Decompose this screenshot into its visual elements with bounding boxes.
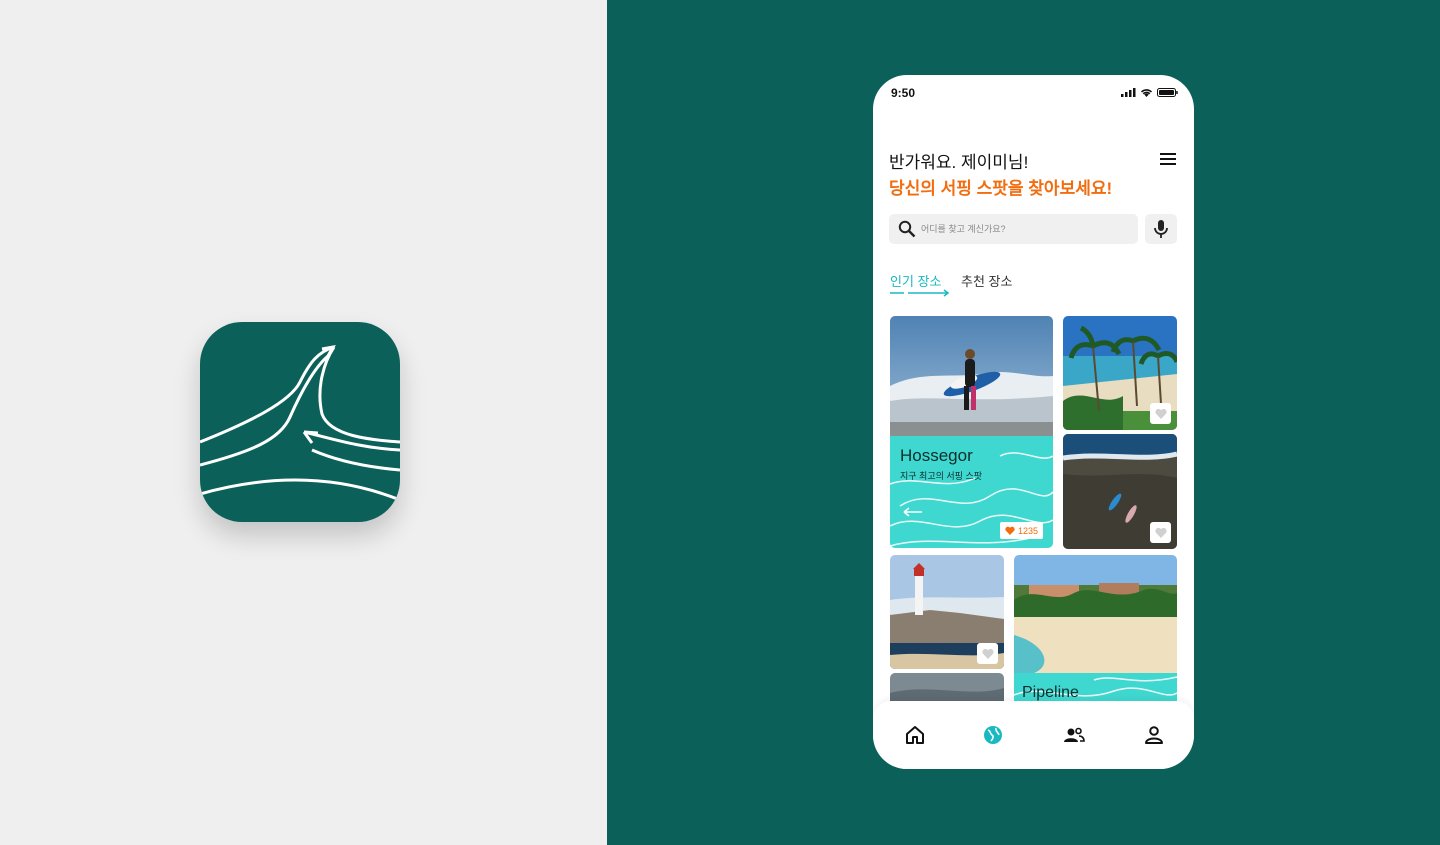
person-icon (1145, 726, 1163, 744)
search-bar[interactable] (889, 214, 1138, 244)
battery-icon (1157, 88, 1178, 97)
heart-icon (981, 648, 994, 659)
favorite-button[interactable] (1150, 403, 1171, 424)
phone-screen: 9:50 반가워요. 제이미님! 당신의 서핑 스팟을 찾아보세요! 인기 장소… (873, 75, 1194, 769)
people-icon (1064, 727, 1085, 742)
card-title: Pipeline (1022, 684, 1079, 701)
status-bar: 9:50 (873, 75, 1194, 111)
spot-card-palm-beach[interactable] (1063, 316, 1177, 430)
home-icon (906, 726, 924, 744)
status-icons (1121, 88, 1178, 97)
greeting-text: 반가워요. 제이미님! (889, 153, 1029, 172)
card-title: Hossegor (900, 446, 973, 465)
like-count-badge[interactable]: 1235 (1000, 522, 1044, 539)
card-subtitle: 지구 최고의 서핑 스팟 (900, 471, 983, 481)
bottom-navigation (873, 701, 1194, 769)
favorite-button[interactable] (1150, 522, 1171, 543)
tab-recommended-places[interactable]: 추천 장소 (961, 271, 1012, 290)
like-count: 1235 (1018, 525, 1039, 536)
menu-button[interactable] (1160, 151, 1178, 165)
heart-icon (1154, 527, 1167, 538)
voice-search-button[interactable] (1145, 214, 1177, 244)
wifi-icon (1140, 89, 1153, 97)
status-time: 9:50 (891, 86, 916, 100)
brand-panel (0, 0, 607, 845)
search-icon (898, 220, 916, 238)
nav-profile[interactable] (1143, 724, 1165, 746)
spot-card-pipeline[interactable]: Pipeline (1014, 555, 1177, 725)
spot-card-aerial[interactable] (1063, 434, 1177, 549)
heart-icon (1005, 526, 1015, 535)
hamburger-icon (1160, 153, 1176, 165)
signal-icon (1121, 88, 1136, 97)
subtitle-text: 당신의 서핑 스팟을 찾아보세요! (889, 179, 1113, 198)
search-input[interactable] (921, 218, 1131, 240)
spot-card-lighthouse[interactable] (890, 555, 1004, 669)
heart-icon (1154, 408, 1167, 419)
spot-card-hossegor[interactable]: Hossegor 지구 최고의 서핑 스팟 1235 (890, 316, 1053, 548)
microphone-icon (1154, 220, 1168, 238)
surfer-photo (890, 316, 1053, 548)
nav-explore[interactable] (982, 724, 1004, 746)
nav-community[interactable] (1063, 724, 1085, 746)
active-tab-indicator (890, 289, 950, 297)
favorite-button[interactable] (977, 643, 998, 664)
tab-popular-places[interactable]: 인기 장소 (890, 271, 941, 290)
globe-icon (984, 726, 1002, 744)
nav-home[interactable] (904, 724, 926, 746)
app-logo-icon (200, 322, 400, 522)
